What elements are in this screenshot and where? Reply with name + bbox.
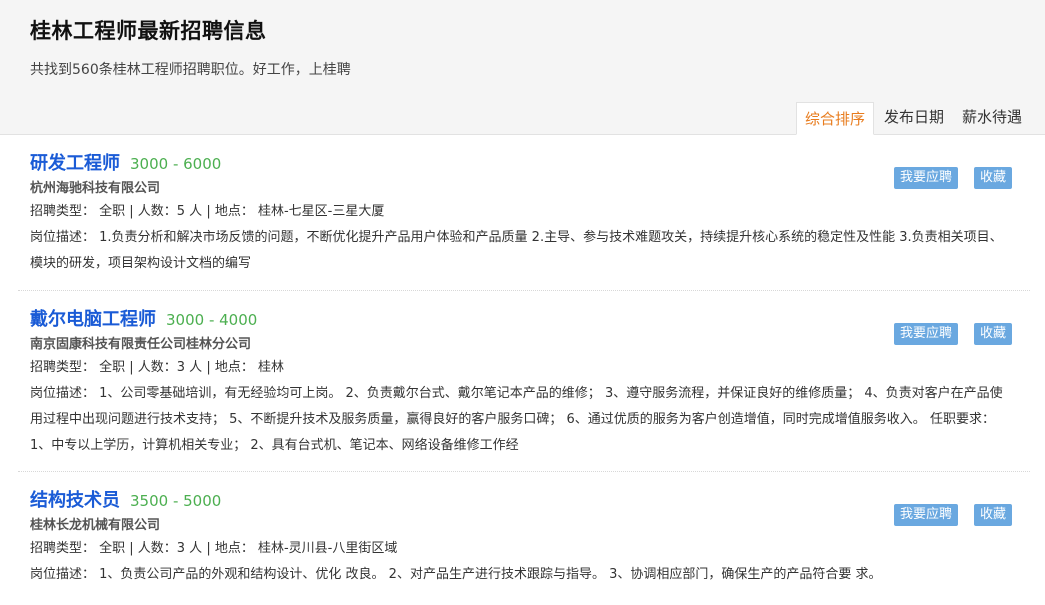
job-title-row: 戴尔电脑工程师 3000 - 4000 xyxy=(30,306,1018,334)
tab-salary[interactable]: 薪水待遇 xyxy=(954,101,1030,134)
job-item: 研发工程师 3000 - 6000 杭州海驰科技有限公司 招聘类型： 全职 | 人… xyxy=(18,135,1030,291)
job-meta: 招聘类型： 全职 | 人数：3 人 | 地点： 桂林-灵川县-八里街区域 xyxy=(30,541,398,556)
job-list: 研发工程师 3000 - 6000 杭州海驰科技有限公司 招聘类型： 全职 | 人… xyxy=(18,135,1030,605)
favorite-button[interactable]: 收藏 xyxy=(973,167,1012,189)
job-title-link[interactable]: 研发工程师 xyxy=(30,153,120,174)
job-title-row: 研发工程师 3000 - 6000 xyxy=(30,150,1018,178)
favorite-button[interactable]: 收藏 xyxy=(973,323,1012,345)
job-description: 岗位描述： 1、公司零基础培训，有无经验均可上岗。 2、负责戴尔台式、戴尔笔记本… xyxy=(30,386,1003,453)
job-meta: 招聘类型： 全职 | 人数：5 人 | 地点： 桂林-七星区-三星大厦 xyxy=(30,204,385,219)
apply-button[interactable]: 我要应聘 xyxy=(893,167,958,189)
job-salary: 3000 - 6000 xyxy=(130,155,222,173)
page-header: 桂林工程师最新招聘信息 共找到560条桂林工程师招聘职位。好工作，上桂聘 综合排… xyxy=(0,0,1045,135)
page-title: 桂林工程师最新招聘信息 xyxy=(30,19,267,43)
company-name: 杭州海驰科技有限公司 xyxy=(30,181,161,196)
job-meta: 招聘类型： 全职 | 人数：3 人 | 地点： 桂林 xyxy=(30,360,284,375)
page-subtitle: 共找到560条桂林工程师招聘职位。好工作，上桂聘 xyxy=(30,62,351,78)
job-salary: 3500 - 5000 xyxy=(130,492,222,510)
job-title-link[interactable]: 结构技术员 xyxy=(30,490,120,511)
job-actions: 我要应聘 收藏 xyxy=(893,167,1012,189)
company-name: 桂林长龙机械有限公司 xyxy=(30,518,161,533)
favorite-button[interactable]: 收藏 xyxy=(973,504,1012,526)
sort-tabs: 综合排序 发布日期 薪水待遇 xyxy=(795,101,1030,135)
tab-publish-date[interactable]: 发布日期 xyxy=(876,101,952,134)
job-item: 结构技术员 3500 - 5000 桂林长龙机械有限公司 招聘类型： 全职 | 人… xyxy=(18,472,1030,605)
job-item: 戴尔电脑工程师 3000 - 4000 南京固康科技有限责任公司桂林分公司 招聘类… xyxy=(18,291,1030,472)
company-name: 南京固康科技有限责任公司桂林分公司 xyxy=(30,337,252,352)
apply-button[interactable]: 我要应聘 xyxy=(893,504,958,526)
job-actions: 我要应聘 收藏 xyxy=(893,323,1012,345)
job-salary: 3000 - 4000 xyxy=(166,311,258,329)
job-title-row: 结构技术员 3500 - 5000 xyxy=(30,487,1018,515)
apply-button[interactable]: 我要应聘 xyxy=(893,323,958,345)
job-title-link[interactable]: 戴尔电脑工程师 xyxy=(30,309,156,330)
job-listing-page: 桂林工程师最新招聘信息 共找到560条桂林工程师招聘职位。好工作，上桂聘 综合排… xyxy=(0,0,1045,605)
job-actions: 我要应聘 收藏 xyxy=(893,504,1012,526)
job-description: 岗位描述： 1、负责公司产品的外观和结构设计、优化 改良。 2、对产品生产进行技… xyxy=(30,567,882,582)
tab-comprehensive-sort[interactable]: 综合排序 xyxy=(795,102,874,135)
job-description: 岗位描述： 1.负责分析和解决市场反馈的问题，不断优化提升产品用户体验和产品质量… xyxy=(30,230,1003,271)
